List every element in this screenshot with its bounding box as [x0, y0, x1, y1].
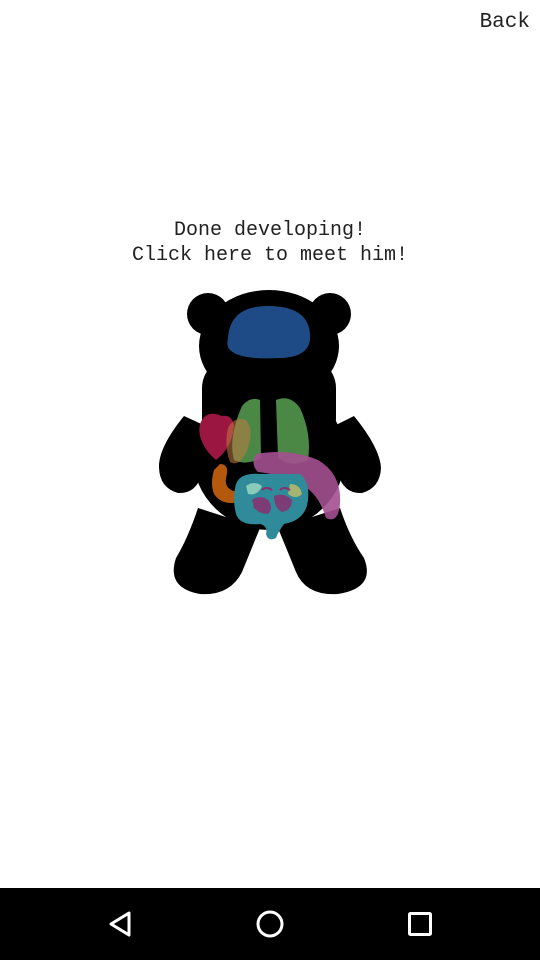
square-recents-icon [408, 912, 432, 936]
message-line-1: Done developing! [173, 219, 367, 242]
triangle-back-icon [109, 911, 131, 937]
app-screen: Back Done developing! Click here to meet… [0, 0, 540, 888]
system-navigation-bar [0, 888, 540, 960]
bear-figure[interactable] [150, 288, 390, 600]
circle-home-icon [256, 910, 284, 938]
nav-back-button[interactable] [75, 888, 165, 960]
back-button[interactable]: Back [480, 10, 530, 36]
brain-organ [227, 306, 311, 359]
bear-illustration [158, 290, 381, 595]
nav-recents-button[interactable] [375, 888, 465, 960]
nav-home-button[interactable] [225, 888, 315, 960]
message-line-2: Click here to meet him! [131, 244, 409, 267]
meet-bear-message[interactable]: Done developing! Click here to meet him! [0, 218, 540, 268]
